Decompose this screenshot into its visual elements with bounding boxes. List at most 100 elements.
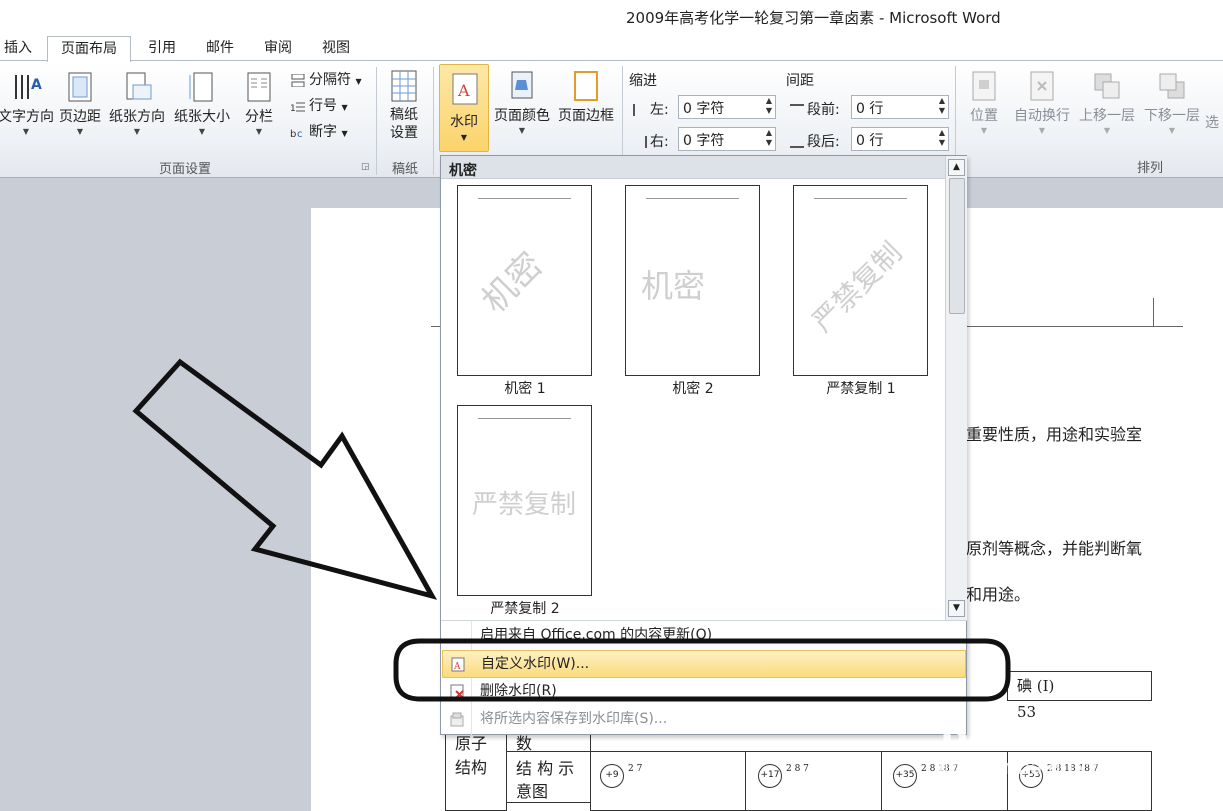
chevron-down-icon: ▼ bbox=[460, 133, 468, 142]
wrap-text-icon bbox=[1030, 71, 1054, 101]
tab-references[interactable]: 引用 bbox=[140, 36, 184, 62]
page-border-icon bbox=[574, 71, 598, 101]
orientation-button[interactable]: 纸张方向 ▼ bbox=[106, 71, 168, 136]
electron-shells: 2 8 7 bbox=[786, 764, 809, 774]
tab-page-layout[interactable]: 页面布局 bbox=[47, 36, 131, 62]
remove-watermark-label: 删除水印(R) bbox=[480, 683, 557, 699]
page-border-label: 页面边框 bbox=[558, 108, 614, 124]
watermark-label: 严禁复制 1 bbox=[826, 381, 896, 397]
document-line: 重要性质，用途和实验室 bbox=[966, 425, 1143, 444]
row-label-structure: 结构 bbox=[455, 758, 488, 777]
manuscript-setup-button[interactable]: 稿纸 设置 bbox=[382, 69, 426, 142]
watermark-thumbnail[interactable]: 机密 bbox=[625, 185, 760, 376]
gallery-scrollbar[interactable]: ▲ ▼ bbox=[945, 156, 967, 620]
tab-insert[interactable]: 插入 bbox=[0, 36, 36, 62]
manuscript-setup-label-1: 稿纸 bbox=[390, 107, 418, 123]
spinner-arrows-icon[interactable]: ▲ ▼ bbox=[939, 128, 945, 148]
site-watermark-brand: Baidu 经验 bbox=[940, 711, 1152, 755]
breaks-button[interactable]: 分隔符 ▼ bbox=[290, 69, 362, 89]
watermark-icon: A bbox=[452, 73, 478, 105]
ribbon-tabs: 插入 页面布局 引用 邮件 审阅 视图 bbox=[0, 32, 1223, 62]
bring-forward-icon bbox=[1094, 73, 1120, 99]
page-border-button[interactable]: 页面边框 bbox=[555, 70, 617, 125]
margins-icon bbox=[68, 72, 92, 102]
line-numbers-button[interactable]: 1 行号 ▼ bbox=[290, 95, 348, 115]
spacing-after-input[interactable]: 0 行 ▲ ▼ bbox=[851, 127, 949, 151]
watermark-gallery-dropdown: 机密 机密 机密 1 机密 机密 2 严禁复制 严禁复制 1 严禁复制 严禁复制… bbox=[440, 155, 968, 735]
text-direction-button[interactable]: A 文字方向 ▼ bbox=[0, 71, 54, 136]
chevron-down-icon: ▼ bbox=[198, 127, 206, 136]
electron-shells: 2 7 bbox=[628, 764, 643, 774]
wrap-text-button[interactable]: 自动换行 ▼ bbox=[1010, 70, 1074, 135]
position-icon bbox=[972, 71, 996, 101]
indent-left-label: 左: bbox=[633, 99, 669, 119]
select-button[interactable]: 选 bbox=[1205, 112, 1219, 132]
svg-text:c: c bbox=[297, 129, 303, 139]
columns-button[interactable]: 分栏 ▼ bbox=[240, 71, 278, 136]
tab-mailings[interactable]: 邮件 bbox=[198, 36, 242, 62]
indent-left-text: 左: bbox=[650, 102, 669, 118]
spinner-arrows-icon[interactable]: ▲ ▼ bbox=[939, 96, 945, 116]
columns-label: 分栏 bbox=[245, 109, 273, 125]
scroll-down-icon[interactable]: ▼ bbox=[948, 600, 965, 617]
menu-item-custom-watermark[interactable]: A 自定义水印(W)... bbox=[442, 650, 966, 678]
paper-size-icon bbox=[189, 72, 213, 102]
hyphenation-icon: bc bbox=[290, 129, 303, 139]
tab-review[interactable]: 审阅 bbox=[256, 36, 300, 62]
watermark-thumbnail[interactable]: 严禁复制 bbox=[457, 405, 592, 596]
margin-corner-mark bbox=[1153, 298, 1183, 327]
page-color-icon bbox=[511, 71, 533, 99]
spacing-before-value: 0 行 bbox=[856, 101, 884, 117]
page-color-button[interactable]: 页面颜色 ▼ bbox=[491, 70, 553, 135]
bring-forward-button[interactable]: 上移一层 ▼ bbox=[1076, 70, 1138, 135]
scroll-thumb[interactable] bbox=[949, 178, 965, 314]
table-header-iodine: 碘 (I) bbox=[1017, 677, 1055, 695]
send-backward-button[interactable]: 下移一层 ▼ bbox=[1141, 70, 1203, 135]
document-line: 和用途。 bbox=[966, 585, 1031, 604]
columns-icon bbox=[247, 72, 271, 102]
size-button[interactable]: 纸张大小 ▼ bbox=[171, 71, 233, 136]
hyphenation-button[interactable]: b c 断字 ▼ bbox=[290, 121, 348, 141]
spinner-arrows-icon[interactable]: ▲ ▼ bbox=[766, 96, 772, 116]
watermark-thumbnail[interactable]: 机密 bbox=[457, 185, 592, 376]
margins-label: 页边距 bbox=[59, 109, 101, 125]
chevron-down-icon: ▼ bbox=[1168, 126, 1176, 135]
breaks-icon bbox=[291, 73, 305, 87]
chevron-down-icon: ▼ bbox=[22, 127, 30, 136]
margins-button[interactable]: 页边距 ▼ bbox=[56, 71, 104, 136]
separator bbox=[376, 67, 377, 175]
watermark-button[interactable]: A 水印 ▼ bbox=[439, 64, 489, 152]
menu-item-remove-watermark[interactable]: 删除水印(R) bbox=[442, 678, 966, 706]
wrap-text-label: 自动换行 bbox=[1014, 108, 1070, 124]
watermark-label: 严禁复制 2 bbox=[490, 601, 560, 617]
text-direction-label: 文字方向 bbox=[0, 109, 54, 125]
dialog-launcher-icon[interactable]: ◲ bbox=[361, 162, 370, 172]
indent-left-input[interactable]: 0 字符 ▲ ▼ bbox=[678, 95, 776, 119]
watermark-label: 机密 1 bbox=[504, 381, 546, 397]
size-label: 纸张大小 bbox=[174, 109, 230, 125]
watermark-label: 水印 bbox=[450, 114, 478, 130]
indent-right-value: 0 字符 bbox=[683, 133, 725, 149]
spacing-before-input[interactable]: 0 行 ▲ ▼ bbox=[851, 95, 949, 119]
chevron-down-icon: ▼ bbox=[980, 126, 988, 135]
menu-item-office-updates[interactable]: 启用来自 Office.com 的内容更新(O) bbox=[442, 622, 966, 650]
spacing-after-value: 0 行 bbox=[856, 133, 884, 149]
svg-text:A: A bbox=[31, 77, 42, 93]
breaks-label: 分隔符 bbox=[309, 72, 351, 88]
orientation-icon bbox=[126, 72, 152, 100]
tab-view[interactable]: 视图 bbox=[314, 36, 358, 62]
indent-right-icon bbox=[633, 136, 647, 148]
orientation-label: 纸张方向 bbox=[109, 109, 165, 125]
send-backward-label: 下移一层 bbox=[1144, 108, 1200, 124]
position-button[interactable]: 位置 ▼ bbox=[962, 70, 1006, 135]
atom-diagram-chlorine: +17 bbox=[758, 764, 782, 788]
spinner-arrows-icon[interactable]: ▲ ▼ bbox=[766, 128, 772, 148]
thumbnail-header-line bbox=[814, 198, 907, 199]
divider bbox=[441, 620, 968, 621]
watermark-thumbnail[interactable]: 严禁复制 bbox=[793, 185, 928, 376]
separator bbox=[433, 67, 434, 175]
gallery-section-header: 机密 bbox=[441, 156, 945, 179]
scroll-up-icon[interactable]: ▲ bbox=[948, 159, 965, 176]
svg-text:A: A bbox=[457, 81, 470, 100]
indent-right-input[interactable]: 0 字符 ▲ ▼ bbox=[678, 127, 776, 151]
